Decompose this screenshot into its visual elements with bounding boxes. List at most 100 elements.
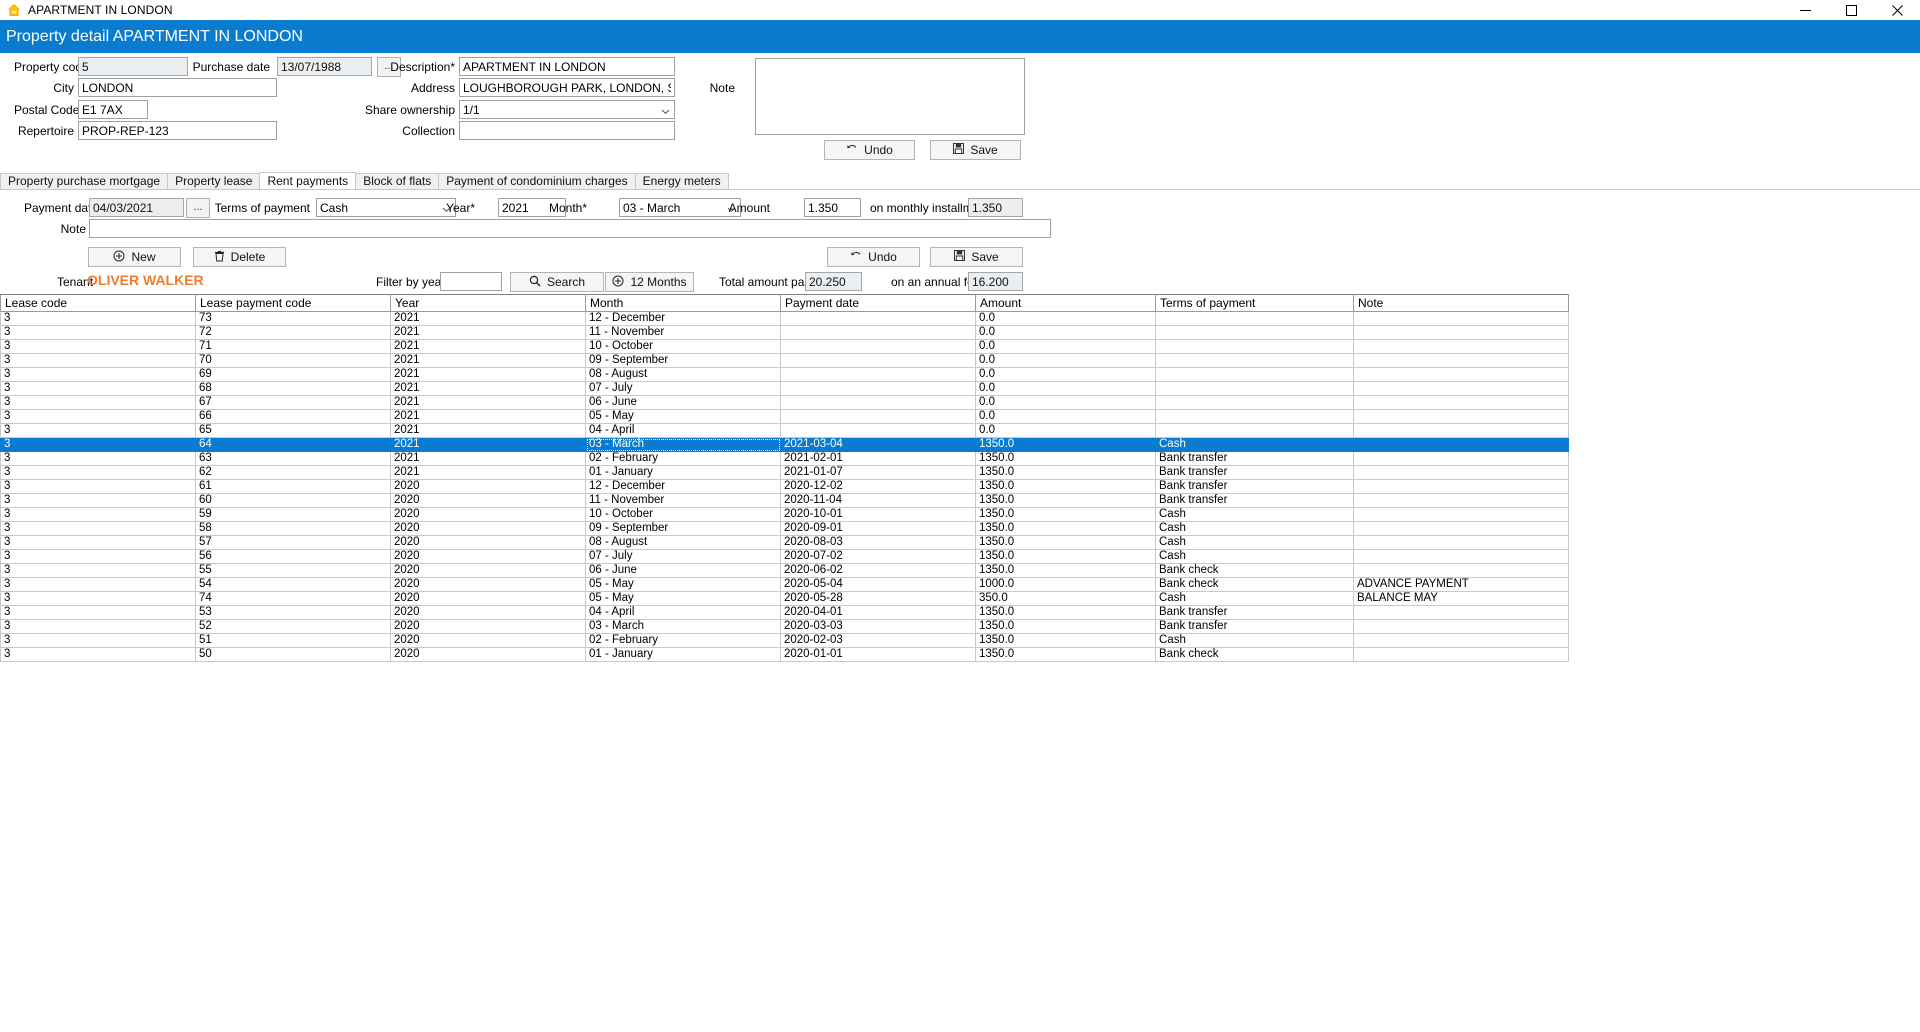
table-cell[interactable]: [1354, 634, 1569, 648]
table-cell[interactable]: [1354, 648, 1569, 662]
table-cell[interactable]: [1354, 550, 1569, 564]
table-cell[interactable]: 05 - May: [586, 410, 781, 424]
table-row[interactable]: 371202110 - October0.0: [1, 340, 1569, 354]
table-cell[interactable]: [1354, 368, 1569, 382]
table-cell[interactable]: 2021: [391, 438, 586, 452]
table-cell[interactable]: 0.0: [976, 382, 1156, 396]
table-cell[interactable]: [781, 340, 976, 354]
table-cell[interactable]: 2020: [391, 564, 586, 578]
table-row[interactable]: 351202002 - February2020-02-031350.0Cash: [1, 634, 1569, 648]
payments-grid[interactable]: Lease code Lease payment code Year Month…: [0, 294, 1568, 662]
table-row[interactable]: 362202101 - January2021-01-071350.0Bank …: [1, 466, 1569, 480]
table-cell[interactable]: 3: [1, 396, 196, 410]
table-cell[interactable]: 01 - January: [586, 648, 781, 662]
table-cell[interactable]: 2020: [391, 606, 586, 620]
table-cell[interactable]: [1156, 382, 1354, 396]
table-cell[interactable]: 05 - May: [586, 578, 781, 592]
table-cell[interactable]: 1000.0: [976, 578, 1156, 592]
table-cell[interactable]: 2020: [391, 494, 586, 508]
table-cell[interactable]: 07 - July: [586, 382, 781, 396]
table-cell[interactable]: Cash: [1156, 550, 1354, 564]
tab-rent-payments[interactable]: Rent payments: [259, 172, 356, 189]
table-cell[interactable]: 2020-07-02: [781, 550, 976, 564]
table-cell[interactable]: 3: [1, 354, 196, 368]
table-cell[interactable]: 0.0: [976, 368, 1156, 382]
table-cell[interactable]: 07 - July: [586, 550, 781, 564]
table-cell[interactable]: [1354, 564, 1569, 578]
table-cell[interactable]: 2020: [391, 550, 586, 564]
table-cell[interactable]: 3: [1, 564, 196, 578]
table-cell[interactable]: 1350.0: [976, 564, 1156, 578]
table-cell[interactable]: [1354, 424, 1569, 438]
table-cell[interactable]: [781, 382, 976, 396]
table-cell[interactable]: 3: [1, 382, 196, 396]
table-cell[interactable]: 2020-08-03: [781, 536, 976, 550]
table-cell[interactable]: 2021: [391, 340, 586, 354]
table-cell[interactable]: 69: [196, 368, 391, 382]
table-cell[interactable]: 2021: [391, 312, 586, 326]
tab-energy-meters[interactable]: Energy meters: [635, 173, 729, 189]
table-cell[interactable]: 1350.0: [976, 536, 1156, 550]
table-cell[interactable]: 3: [1, 634, 196, 648]
column-header-terms-of-payment[interactable]: Terms of payment: [1156, 295, 1354, 312]
table-cell[interactable]: 58: [196, 522, 391, 536]
maximize-button[interactable]: [1828, 0, 1874, 20]
table-cell[interactable]: [781, 424, 976, 438]
new-payment-button[interactable]: New: [88, 247, 181, 267]
table-cell[interactable]: 1350.0: [976, 452, 1156, 466]
table-cell[interactable]: 0.0: [976, 354, 1156, 368]
table-cell[interactable]: [781, 354, 976, 368]
table-cell[interactable]: Bank transfer: [1156, 620, 1354, 634]
table-cell[interactable]: [781, 326, 976, 340]
table-cell[interactable]: Bank check: [1156, 648, 1354, 662]
minimize-button[interactable]: [1782, 0, 1828, 20]
city-input[interactable]: [78, 78, 277, 97]
table-cell[interactable]: 2020-11-04: [781, 494, 976, 508]
table-cell[interactable]: 70: [196, 354, 391, 368]
table-cell[interactable]: 2020-01-01: [781, 648, 976, 662]
table-cell[interactable]: 72: [196, 326, 391, 340]
table-cell[interactable]: Bank transfer: [1156, 494, 1354, 508]
table-row[interactable]: 370202109 - September0.0: [1, 354, 1569, 368]
table-cell[interactable]: 3: [1, 606, 196, 620]
table-cell[interactable]: 53: [196, 606, 391, 620]
table-cell[interactable]: 2021-01-07: [781, 466, 976, 480]
twelve-months-button[interactable]: 12 Months: [605, 272, 694, 292]
table-cell[interactable]: [781, 368, 976, 382]
table-cell[interactable]: 3: [1, 326, 196, 340]
table-cell[interactable]: 1350.0: [976, 648, 1156, 662]
table-row[interactable]: 363202102 - February2021-02-011350.0Bank…: [1, 452, 1569, 466]
table-cell[interactable]: Bank transfer: [1156, 452, 1354, 466]
table-cell[interactable]: 3: [1, 648, 196, 662]
table-cell[interactable]: Cash: [1156, 438, 1354, 452]
table-cell[interactable]: 3: [1, 508, 196, 522]
table-cell[interactable]: 2021: [391, 368, 586, 382]
table-cell[interactable]: 0.0: [976, 312, 1156, 326]
table-cell[interactable]: 67: [196, 396, 391, 410]
property-note-textarea[interactable]: [755, 58, 1025, 135]
table-cell[interactable]: Cash: [1156, 508, 1354, 522]
tab-payment-of-condominium-charges[interactable]: Payment of condominium charges: [438, 173, 635, 189]
table-cell[interactable]: [1354, 480, 1569, 494]
table-cell[interactable]: 2020: [391, 634, 586, 648]
table-cell[interactable]: 2020-05-04: [781, 578, 976, 592]
table-cell[interactable]: 04 - April: [586, 424, 781, 438]
table-cell[interactable]: 2021: [391, 382, 586, 396]
table-cell[interactable]: [1156, 326, 1354, 340]
share-ownership-select[interactable]: 1/1: [459, 100, 675, 119]
table-cell[interactable]: [1354, 312, 1569, 326]
table-cell[interactable]: 03 - March: [586, 620, 781, 634]
table-cell[interactable]: [1354, 508, 1569, 522]
table-cell[interactable]: 1350.0: [976, 466, 1156, 480]
table-cell[interactable]: 50: [196, 648, 391, 662]
table-cell[interactable]: ADVANCE PAYMENT: [1354, 578, 1569, 592]
table-cell[interactable]: 09 - September: [586, 522, 781, 536]
table-cell[interactable]: 0.0: [976, 340, 1156, 354]
table-row[interactable]: 368202107 - July0.0: [1, 382, 1569, 396]
table-row[interactable]: 355202006 - June2020-06-021350.0Bank che…: [1, 564, 1569, 578]
table-cell[interactable]: 3: [1, 550, 196, 564]
property-undo-button[interactable]: Undo: [824, 140, 915, 160]
table-row[interactable]: 354202005 - May2020-05-041000.0Bank chec…: [1, 578, 1569, 592]
table-cell[interactable]: 11 - November: [586, 494, 781, 508]
table-cell[interactable]: 74: [196, 592, 391, 606]
